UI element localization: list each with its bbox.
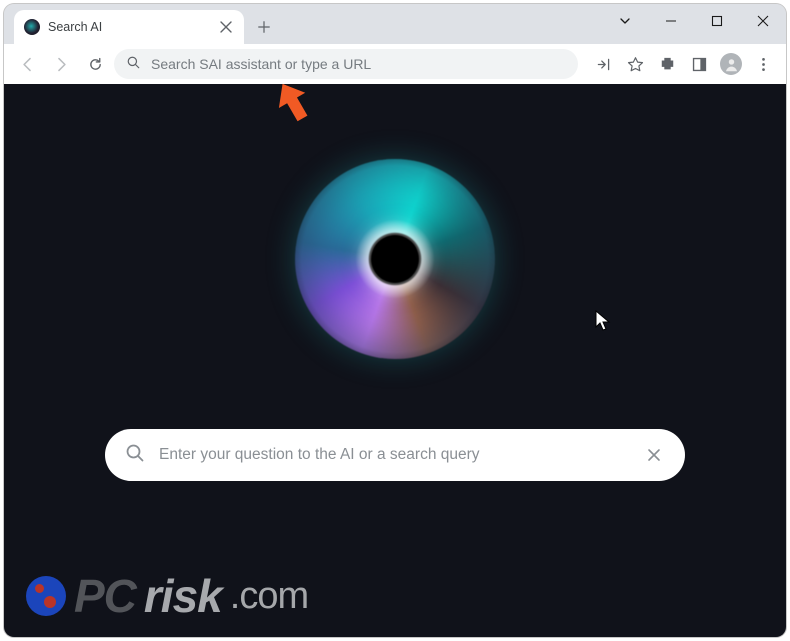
new-tab-button[interactable]	[250, 13, 278, 41]
address-bar[interactable]: Search SAI assistant or type a URL	[114, 49, 578, 79]
watermark-text-risk: risk	[144, 569, 222, 623]
bookmark-button[interactable]	[620, 49, 650, 79]
menu-button[interactable]	[748, 49, 778, 79]
browser-tab[interactable]: Search AI	[14, 10, 244, 44]
watermark-logo-icon	[26, 576, 66, 616]
search-icon	[126, 55, 141, 73]
search-icon	[125, 443, 145, 468]
clear-icon[interactable]	[643, 444, 665, 466]
reload-button[interactable]	[80, 49, 110, 79]
watermark: PCrisk.com	[26, 569, 308, 623]
vortex-image	[295, 159, 495, 359]
titlebar: Search AI	[4, 4, 786, 44]
back-button[interactable]	[12, 49, 42, 79]
share-button[interactable]	[588, 49, 618, 79]
hero-logo	[295, 159, 495, 359]
tab-title: Search AI	[48, 20, 210, 34]
toolbar-right-icons	[588, 49, 778, 79]
tab-favicon	[24, 19, 40, 35]
window-controls	[602, 4, 786, 38]
profile-icon	[720, 53, 742, 75]
page-search-input[interactable]	[159, 446, 629, 464]
watermark-text-com: .com	[230, 575, 308, 618]
browser-window: Search AI	[4, 4, 786, 637]
toolbar: Search SAI assistant or type a URL	[4, 44, 786, 84]
minimize-button[interactable]	[648, 4, 694, 38]
profile-button[interactable]	[716, 49, 746, 79]
page-content: PCrisk.com	[4, 84, 786, 637]
page-search-bar[interactable]	[105, 429, 685, 481]
maximize-button[interactable]	[694, 4, 740, 38]
sidepanel-button[interactable]	[684, 49, 714, 79]
window-close-button[interactable]	[740, 4, 786, 38]
chevron-down-icon[interactable]	[602, 4, 648, 38]
forward-button[interactable]	[46, 49, 76, 79]
watermark-text-pc: PC	[74, 569, 136, 623]
close-icon[interactable]	[218, 19, 234, 35]
address-bar-placeholder: Search SAI assistant or type a URL	[151, 56, 566, 72]
extensions-button[interactable]	[652, 49, 682, 79]
